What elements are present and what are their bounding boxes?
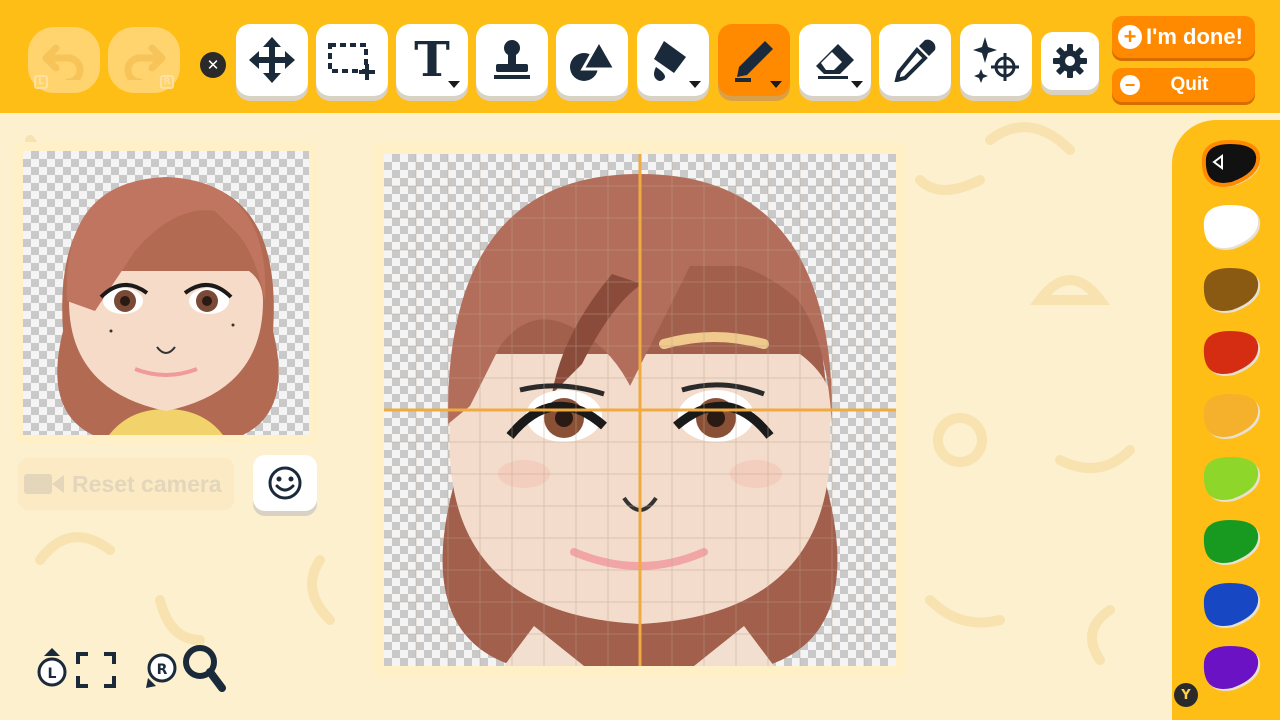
color-swatch[interactable]	[1200, 329, 1262, 381]
tool-sparkle[interactable]	[960, 24, 1032, 96]
l-shoulder-label: L	[34, 75, 48, 89]
color-swatch[interactable]	[1200, 518, 1262, 570]
stamp-icon	[494, 40, 530, 79]
paint-bucket-icon	[654, 41, 686, 81]
tool-fill[interactable]	[637, 24, 709, 96]
color-swatch[interactable]	[1200, 392, 1262, 444]
quit-button[interactable]: − Quit	[1112, 68, 1255, 102]
color-swatch[interactable]	[1200, 644, 1262, 696]
paint-blob-icon	[1203, 646, 1261, 691]
pen-options-caret	[770, 81, 782, 88]
paint-blob-icon	[1203, 331, 1261, 376]
video-camera-icon	[24, 474, 64, 494]
tool-eyedropper[interactable]	[879, 24, 951, 96]
color-swatch[interactable]	[1200, 266, 1262, 318]
tool-eraser[interactable]	[799, 24, 871, 96]
plus-icon: +	[1118, 24, 1142, 49]
gear-icon	[1053, 44, 1087, 78]
tool-text[interactable]: T	[396, 24, 468, 96]
selection-icon	[328, 43, 375, 80]
color-swatch[interactable]	[1200, 581, 1262, 633]
tool-select[interactable]	[316, 24, 388, 96]
y-button[interactable]: Y	[1174, 683, 1198, 707]
minus-icon: −	[1120, 75, 1140, 95]
tool-pen[interactable]	[718, 24, 790, 96]
shapes-icon	[570, 37, 617, 81]
expression-button[interactable]	[253, 455, 317, 511]
paint-blob-icon	[1203, 457, 1261, 502]
paint-blob-icon	[1203, 583, 1261, 628]
close-x-button[interactable]: ✕	[200, 52, 226, 78]
bottom-nav: L R	[30, 640, 240, 700]
done-button[interactable]: + I'm done!	[1112, 16, 1255, 58]
quit-label: Quit	[1170, 74, 1209, 95]
text-icon: T	[414, 32, 450, 88]
eraser-options-caret	[851, 81, 863, 88]
paint-blob-icon	[1201, 139, 1261, 187]
tool-shapes[interactable]	[556, 24, 628, 96]
text-options-caret	[448, 81, 460, 88]
canvas-frame	[372, 142, 908, 677]
paint-blob-icon	[1203, 268, 1261, 313]
zoom-r-icon[interactable]: R	[142, 648, 182, 690]
preview-panel	[14, 142, 318, 444]
done-label: I'm done!	[1146, 24, 1243, 49]
mii-preview[interactable]	[23, 151, 309, 435]
r-button-label: R	[157, 662, 168, 678]
fullscreen-icon[interactable]	[76, 652, 116, 688]
eraser-icon	[816, 44, 854, 79]
paint-blob-icon	[1203, 520, 1261, 565]
r-shoulder-label: R	[160, 75, 174, 89]
eyedropper-icon	[894, 39, 936, 82]
color-swatch[interactable]	[1200, 455, 1262, 507]
redo-arrow-icon	[124, 44, 166, 80]
move-arrows-icon	[249, 37, 295, 83]
reset-camera-button[interactable]: Reset camera	[18, 458, 234, 510]
pen-icon	[735, 41, 773, 82]
paint-blob-icon	[1203, 394, 1261, 439]
tool-move[interactable]	[236, 24, 308, 96]
reset-camera-label: Reset camera	[72, 470, 222, 497]
color-swatch[interactable]	[1200, 139, 1262, 192]
redo-button[interactable]: R	[108, 27, 180, 93]
sparkle-icon	[973, 37, 1019, 83]
paint-blob-icon	[1203, 205, 1261, 250]
canvas-grid	[384, 154, 896, 666]
tool-stamp[interactable]	[476, 24, 548, 96]
fill-options-caret	[689, 81, 701, 88]
top-toolbar: L R ✕ T + I'm done! − Quit	[0, 0, 1280, 113]
magnifier-icon[interactable]	[182, 644, 226, 692]
undo-button[interactable]: L	[28, 27, 100, 93]
color-swatch[interactable]	[1200, 203, 1262, 255]
save-l-icon[interactable]: L	[34, 648, 68, 688]
undo-arrow-icon	[42, 44, 84, 80]
mii-preview-face	[57, 177, 279, 435]
smiley-face-icon	[268, 466, 302, 500]
settings-button[interactable]	[1041, 32, 1099, 90]
drawing-canvas[interactable]	[384, 154, 896, 666]
l-button-label: L	[48, 666, 57, 682]
